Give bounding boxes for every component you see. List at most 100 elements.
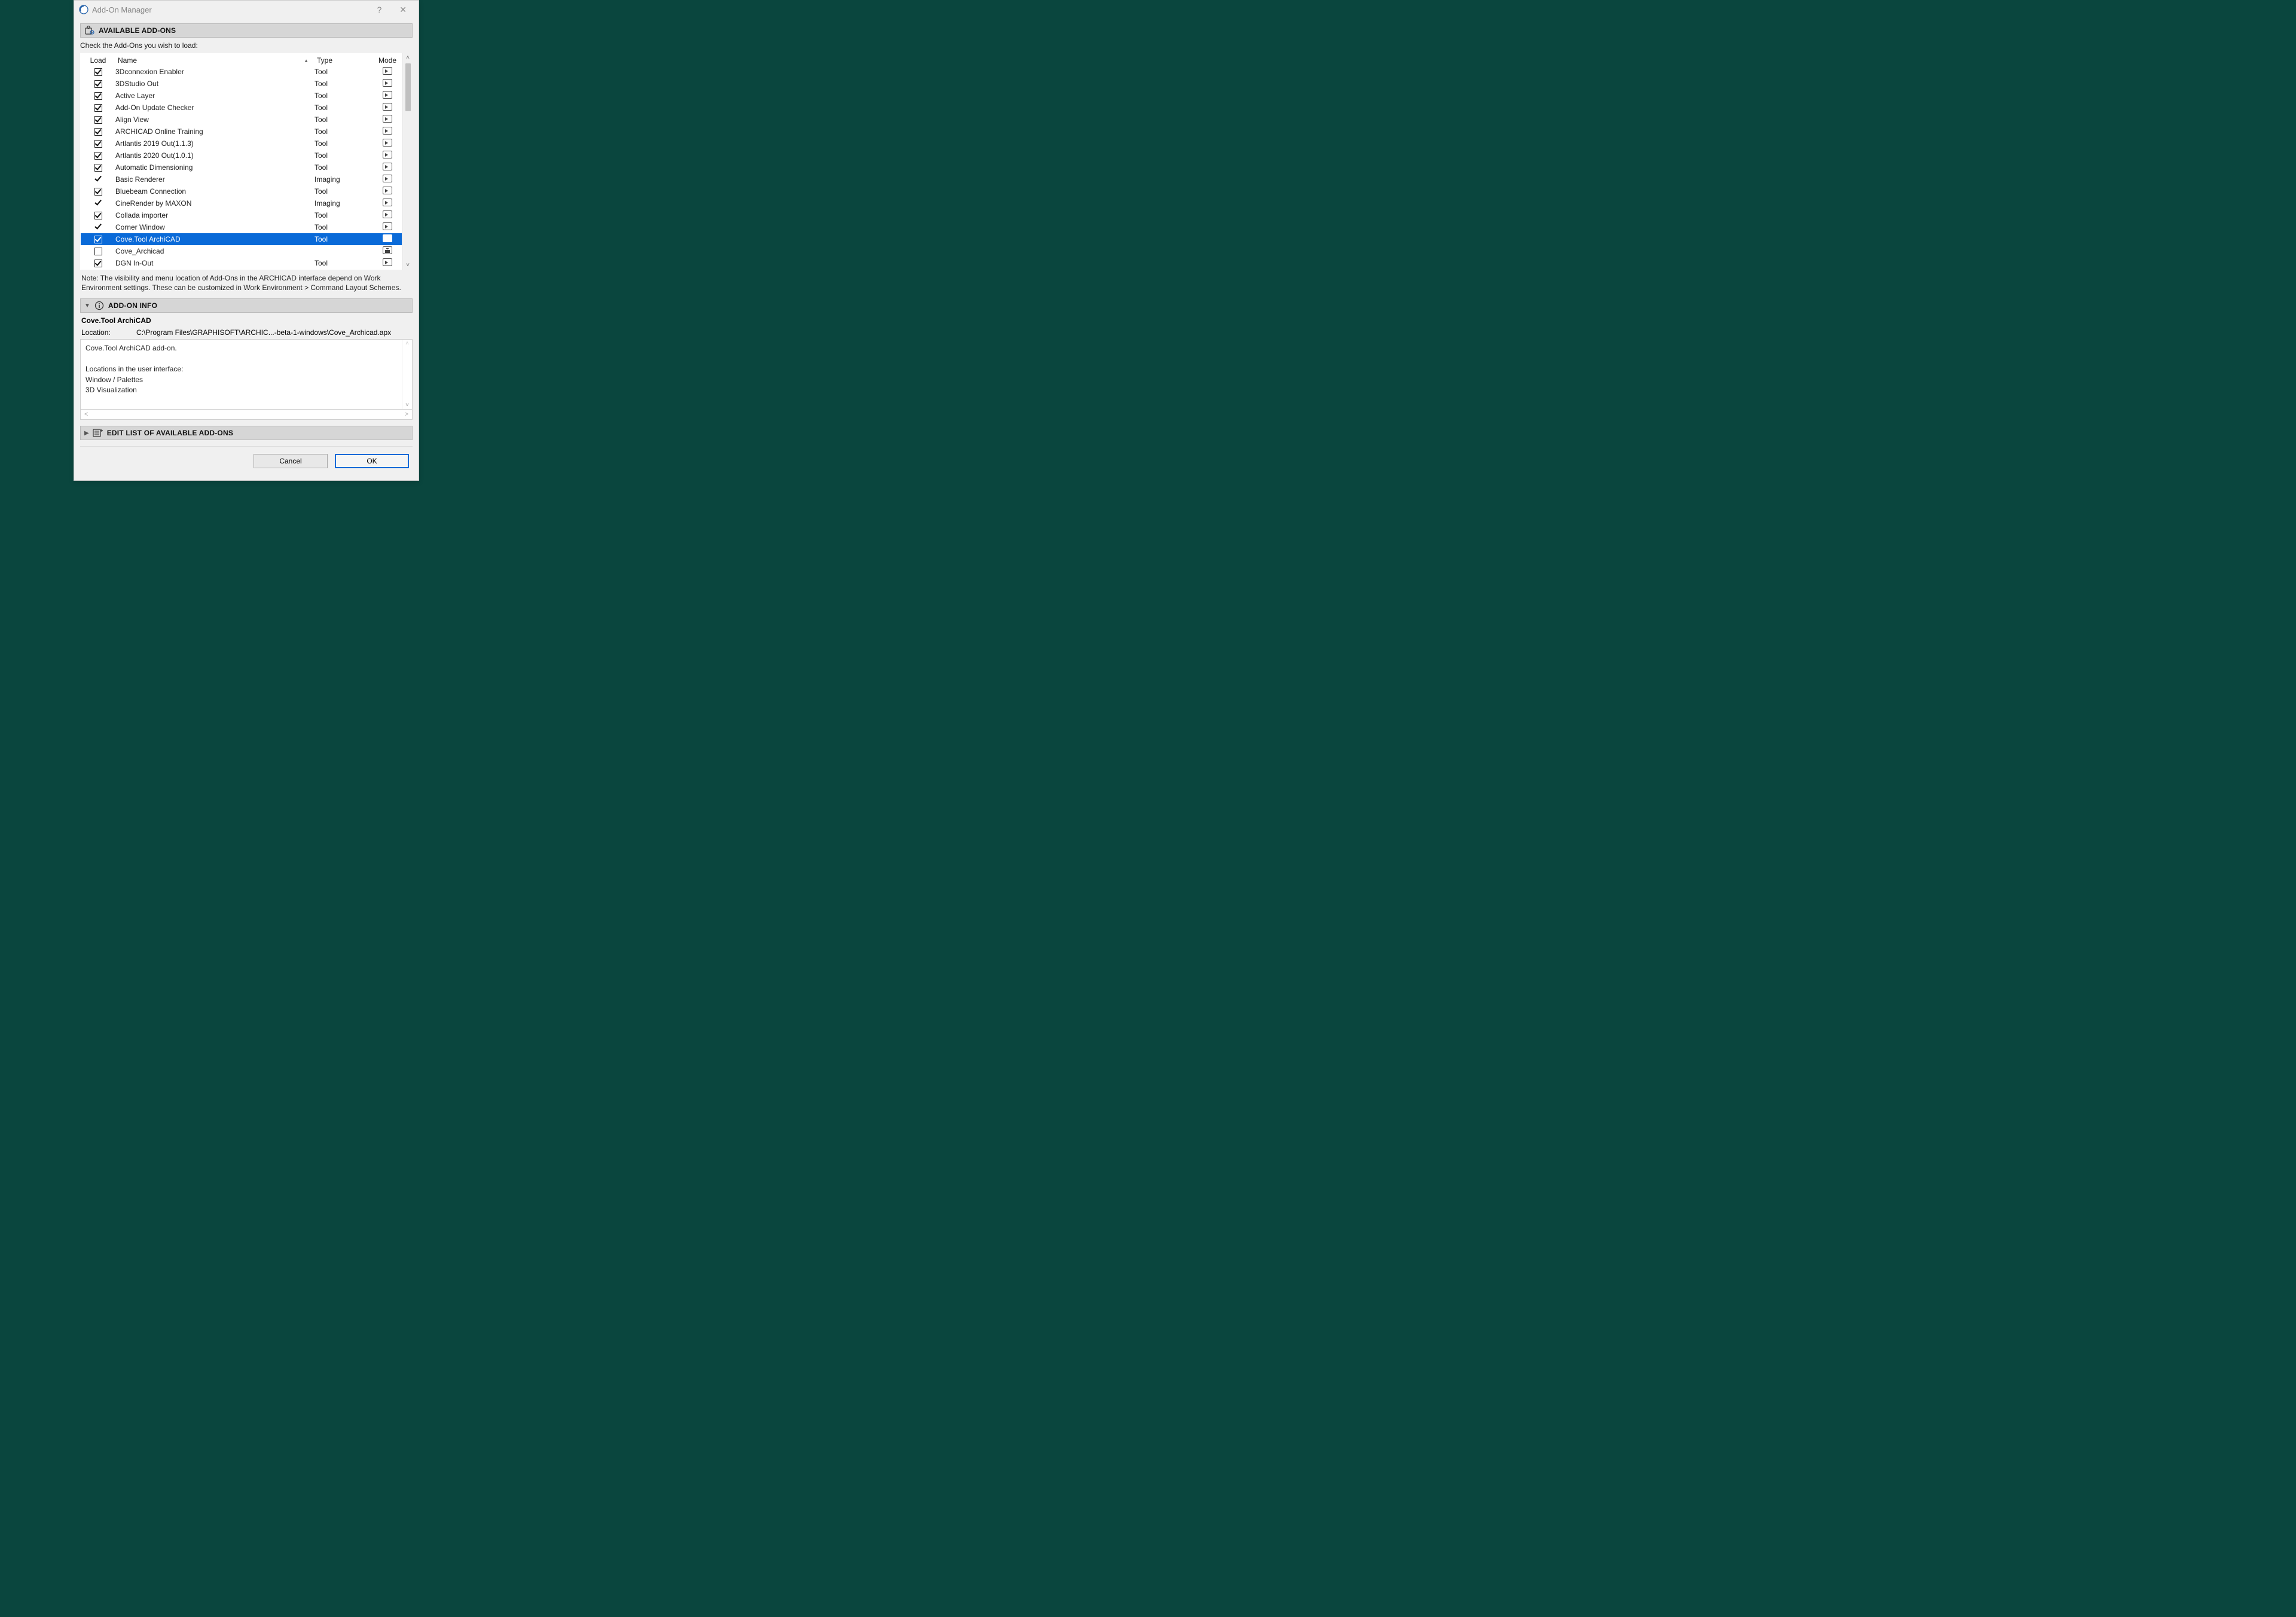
addon-name: Cove.Tool ArchiCAD — [115, 235, 315, 243]
col-name[interactable]: Name ▲ — [115, 56, 315, 65]
desc-vscrollbar[interactable]: ˄ ˅ — [402, 340, 412, 409]
addon-mode — [373, 246, 402, 256]
checkbox-checked-icon[interactable] — [94, 152, 102, 160]
location-label: Location: — [81, 328, 136, 337]
table-row[interactable]: Add-On Update CheckerTool — [81, 102, 402, 114]
addon-type: Tool — [315, 80, 373, 88]
selected-addon-name: Cove.Tool ArchiCAD — [81, 316, 411, 325]
col-load[interactable]: Load — [81, 56, 115, 65]
desc-line: Window / Palettes — [86, 375, 397, 385]
table-row[interactable]: Bluebeam ConnectionTool — [81, 185, 402, 197]
caret-right-icon: ▶ — [84, 430, 89, 437]
puzzle-mode-icon — [383, 246, 392, 254]
close-button[interactable]: ✕ — [396, 5, 410, 15]
addon-type: Tool — [315, 115, 373, 124]
addon-manager-dialog: Add-On Manager ? ✕ AVAILABLE ADD-ONS Che… — [74, 0, 419, 481]
load-cell[interactable] — [81, 187, 115, 196]
col-mode[interactable]: Mode — [373, 56, 402, 65]
instruction-text: Check the Add-Ons you wish to load: — [80, 41, 413, 50]
checkmark-icon — [94, 175, 102, 182]
addon-name: Basic Renderer — [115, 175, 315, 184]
load-cell[interactable] — [81, 80, 115, 88]
scroll-right-icon[interactable]: > — [405, 411, 408, 418]
load-cell[interactable] — [81, 91, 115, 100]
scroll-down-icon[interactable]: ˅ — [405, 401, 410, 409]
load-cell[interactable] — [81, 222, 115, 232]
checkbox-checked-icon[interactable] — [94, 236, 102, 243]
table-row[interactable]: CineRender by MAXONImaging — [81, 197, 402, 209]
addon-mode — [373, 175, 402, 184]
col-type[interactable]: Type — [315, 56, 373, 65]
checkbox-checked-icon[interactable] — [94, 260, 102, 267]
scroll-left-icon[interactable]: < — [84, 411, 88, 418]
doc-mode-icon — [383, 79, 392, 87]
load-cell[interactable] — [81, 115, 115, 124]
checkbox-checked-icon[interactable] — [94, 188, 102, 196]
checkbox-checked-icon[interactable] — [94, 128, 102, 136]
scroll-up-icon[interactable]: ˄ — [406, 53, 410, 62]
checkbox-checked-icon[interactable] — [94, 212, 102, 219]
desc-hscrollbar[interactable]: < > — [80, 410, 413, 420]
addon-type: Imaging — [315, 199, 373, 208]
addon-name: 3Dconnexion Enabler — [115, 68, 315, 76]
load-cell[interactable] — [81, 211, 115, 219]
load-cell[interactable] — [81, 68, 115, 76]
checkbox-checked-icon[interactable] — [94, 116, 102, 124]
doc-mode-icon — [383, 199, 392, 206]
checkbox-checked-icon[interactable] — [94, 140, 102, 148]
table-row[interactable]: Align ViewTool — [81, 114, 402, 126]
load-cell[interactable] — [81, 163, 115, 172]
table-row[interactable]: 3DStudio OutTool — [81, 78, 402, 90]
addon-type: Tool — [315, 91, 373, 100]
scroll-down-icon[interactable]: ˅ — [406, 261, 410, 270]
table-vscrollbar[interactable]: ˄ ˅ — [402, 53, 413, 270]
addon-mode — [373, 187, 402, 196]
doc-mode-icon — [383, 210, 392, 218]
load-cell[interactable] — [81, 151, 115, 160]
cancel-button[interactable]: Cancel — [254, 454, 328, 468]
addon-type: Tool — [315, 139, 373, 148]
desc-line: 3D Visualization — [86, 385, 397, 395]
checkbox-checked-icon[interactable] — [94, 80, 102, 88]
checkbox-checked-icon[interactable] — [94, 104, 102, 112]
checkbox-checked-icon[interactable] — [94, 68, 102, 76]
scroll-up-icon[interactable]: ˄ — [405, 340, 410, 347]
table-row[interactable]: Artlantis 2020 Out(1.0.1)Tool — [81, 150, 402, 161]
addon-name: Corner Window — [115, 223, 315, 231]
ok-button[interactable]: OK — [335, 454, 409, 468]
doc-mode-icon — [383, 91, 392, 99]
section-addon-info[interactable]: ▼ ADD-ON INFO — [80, 298, 413, 313]
app-icon — [79, 5, 88, 14]
table-row[interactable]: Artlantis 2019 Out(1.1.3)Tool — [81, 138, 402, 150]
checkbox-checked-icon[interactable] — [94, 92, 102, 100]
load-cell[interactable] — [81, 103, 115, 112]
table-row[interactable]: Corner WindowTool — [81, 221, 402, 233]
table-row[interactable]: Cove_Archicad — [81, 245, 402, 257]
table-row[interactable]: DGN In-OutTool — [81, 257, 402, 269]
table-row[interactable]: Active LayerTool — [81, 90, 402, 102]
checkbox-checked-icon[interactable] — [94, 164, 102, 172]
load-cell[interactable] — [81, 247, 115, 255]
addon-mode — [373, 210, 402, 220]
scroll-thumb[interactable] — [405, 63, 411, 111]
section-edit-list[interactable]: ▶ EDIT LIST OF AVAILABLE ADD-ONS — [80, 426, 413, 440]
table-row[interactable]: Collada importerTool — [81, 209, 402, 221]
addon-name: Add-On Update Checker — [115, 103, 315, 112]
addon-name: Cove_Archicad — [115, 247, 315, 255]
load-cell[interactable] — [81, 175, 115, 184]
load-cell[interactable] — [81, 127, 115, 136]
load-cell[interactable] — [81, 259, 115, 267]
addon-name: 3DStudio Out — [115, 80, 315, 88]
help-button[interactable]: ? — [373, 5, 385, 15]
table-row[interactable]: ARCHICAD Online TrainingTool — [81, 126, 402, 138]
table-row[interactable]: Automatic DimensioningTool — [81, 161, 402, 173]
addon-mode — [373, 127, 402, 136]
table-row[interactable]: 3Dconnexion EnablerTool — [81, 66, 402, 78]
section-available-addons[interactable]: AVAILABLE ADD-ONS — [80, 23, 413, 38]
table-row[interactable]: Basic RendererImaging — [81, 173, 402, 185]
load-cell[interactable] — [81, 139, 115, 148]
checkbox-empty-icon[interactable] — [94, 248, 102, 255]
table-row[interactable]: Cove.Tool ArchiCADTool — [81, 233, 402, 245]
load-cell[interactable] — [81, 235, 115, 243]
load-cell[interactable] — [81, 199, 115, 208]
